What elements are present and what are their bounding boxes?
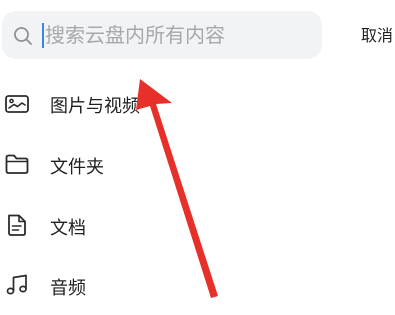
cancel-button[interactable]: 取消 [361, 22, 393, 46]
music-note-icon [6, 274, 27, 295]
folder-icon [5, 154, 29, 174]
category-item-documents[interactable]: 文档 [0, 197, 395, 253]
category-label: 文档 [50, 218, 86, 239]
category-item-folders[interactable]: 文件夹 [0, 136, 395, 192]
text-cursor [42, 23, 44, 48]
search-icon [14, 27, 32, 45]
category-item-images-videos[interactable]: 图片与视频 [0, 76, 395, 132]
category-label: 音频 [50, 278, 86, 299]
image-icon [5, 95, 29, 113]
document-icon [8, 214, 26, 236]
search-bar[interactable] [2, 11, 322, 59]
category-label: 文件夹 [50, 157, 104, 178]
category-label: 图片与视频 [50, 96, 140, 117]
search-input[interactable] [45, 11, 315, 59]
search-screen: 取消 图片与视频 文件夹 文档 音频 [0, 0, 395, 315]
category-item-audio[interactable]: 音频 [0, 257, 395, 313]
